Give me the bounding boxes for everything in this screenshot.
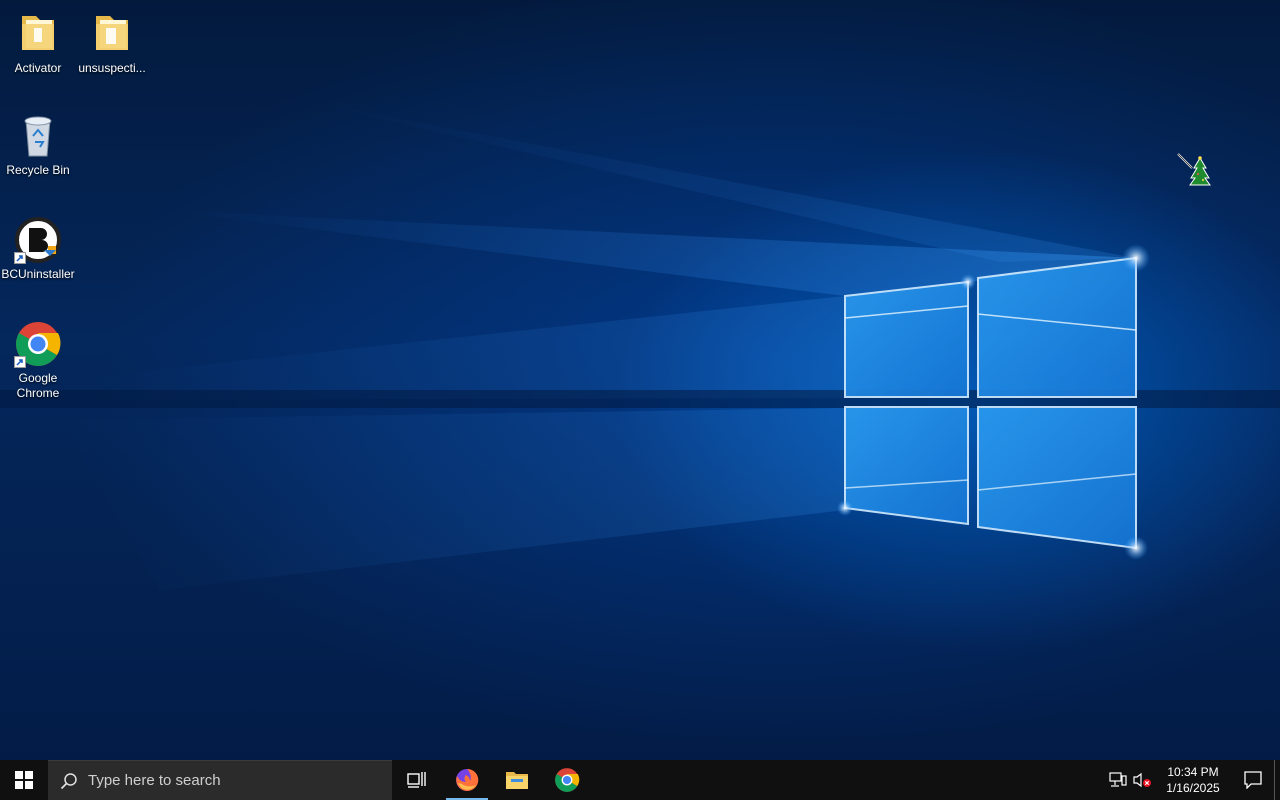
search-box[interactable]: Type here to search — [48, 760, 392, 800]
windows-logo-icon — [15, 771, 33, 789]
firefox-icon — [456, 768, 479, 791]
clock-time: 10:34 PM — [1167, 765, 1219, 779]
recycle-bin-icon — [14, 112, 62, 160]
task-view-button[interactable] — [392, 760, 442, 800]
taskbar-chrome-button[interactable] — [542, 760, 592, 800]
desktop-icon-unsuspecti[interactable]: unsuspecti... — [74, 10, 150, 76]
desktop[interactable]: Activator unsuspecti... Recycle Bin BCUn… — [0, 0, 1280, 760]
chrome-icon — [555, 768, 580, 792]
desktop-icon-label: Recycle Bin — [6, 163, 70, 177]
volume-muted-icon[interactable] — [1130, 760, 1154, 800]
clock[interactable]: 10:34 PM 1/16/2025 — [1160, 764, 1226, 796]
bcuninstaller-icon — [14, 216, 62, 264]
chrome-icon — [14, 320, 62, 368]
action-center-button[interactable] — [1232, 760, 1274, 800]
shortcut-arrow-icon — [14, 356, 26, 368]
folder-icon — [88, 10, 136, 58]
system-tray: 10:34 PM 1/16/2025 — [1106, 760, 1280, 800]
file-explorer-icon — [506, 772, 528, 789]
task-view-icon — [407, 772, 426, 788]
taskbar-firefox-button[interactable] — [442, 760, 492, 800]
desktop-icon-label: BCUninstaller — [1, 267, 75, 281]
desktop-icon-activator[interactable]: Activator — [0, 10, 76, 76]
desktop-icon-google-chrome[interactable]: Google Chrome — [0, 320, 76, 401]
network-icon[interactable] — [1106, 760, 1130, 800]
folder-icon — [14, 10, 62, 58]
taskbar: Type here to search 10:34 PM 1/16/2025 — [0, 760, 1280, 800]
desktop-icon-label: unsuspecti... — [78, 61, 146, 75]
desktop-icon-recycle-bin[interactable]: Recycle Bin — [0, 112, 76, 178]
clock-date: 1/16/2025 — [1166, 781, 1220, 795]
desktop-icon-label: Google Chrome — [16, 371, 60, 400]
search-placeholder: Type here to search — [88, 772, 221, 789]
search-icon — [60, 772, 77, 789]
start-button[interactable] — [0, 760, 48, 800]
notification-icon — [1244, 771, 1262, 789]
windows-logo-wallpaper — [0, 100, 1280, 590]
desktop-icon-bcuninstaller[interactable]: BCUninstaller — [0, 216, 76, 282]
mouse-cursor-icon — [1176, 152, 1212, 193]
desktop-icon-label: Activator — [14, 61, 62, 75]
taskbar-file-explorer-button[interactable] — [492, 760, 542, 800]
show-desktop-button[interactable] — [1274, 760, 1280, 800]
shortcut-arrow-icon — [14, 252, 26, 264]
